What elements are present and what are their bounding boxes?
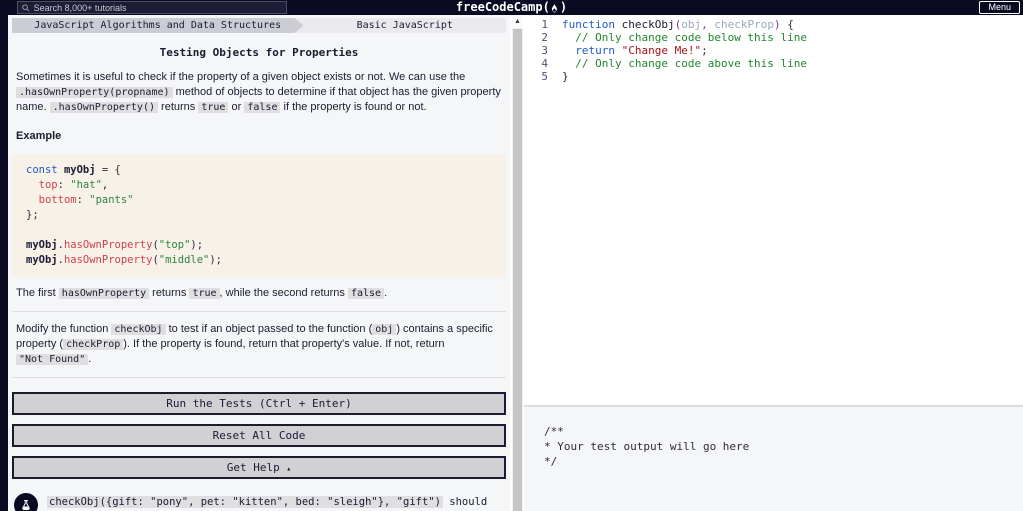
inline-code: .hasOwnProperty(propname): [16, 87, 173, 98]
scrollbar-thumb[interactable]: [513, 29, 522, 511]
test-result-row: checkObj({gift: "pony", pet: "kitten", b…: [14, 493, 504, 511]
freecodecamp-challenge-page: freeCodeCamp() Menu JavaScript Algorithm…: [0, 0, 1023, 511]
inline-code: false: [244, 102, 281, 113]
code-line: myObj.hasOwnProperty("top");: [26, 239, 204, 251]
divider: [12, 377, 506, 378]
line-code: // Only change code above this line: [575, 57, 808, 70]
code-editor[interactable]: 1 function checkObj(obj, checkProp) {2 //…: [524, 15, 1023, 405]
breadcrumb-block[interactable]: Basic JavaScript: [303, 18, 506, 33]
line-number: 5: [541, 70, 548, 83]
inline-code: obj: [372, 324, 397, 335]
run-tests-button[interactable]: Run the Tests (Ctrl + Enter): [12, 392, 506, 415]
caret-up-icon: ▴: [286, 464, 292, 473]
editor-pane: 1 function checkObj(obj, checkProp) {2 //…: [524, 15, 1023, 511]
line-number: 2: [541, 31, 548, 44]
line-code: function checkObj(obj, checkProp) {: [562, 18, 794, 31]
top-navbar: freeCodeCamp() Menu: [0, 0, 1023, 15]
logo-text: freeCodeCamp: [455, 0, 543, 14]
console-line: /**: [544, 425, 564, 438]
console-line: * Your test output will go here: [544, 440, 750, 453]
example-heading: Example: [16, 130, 62, 142]
example-code-lines: const myObj = { top: "hat", bottom: "pan…: [26, 163, 506, 268]
divider: [12, 311, 506, 312]
line-number: 4: [541, 57, 548, 70]
code-line: const myObj = {: [26, 164, 121, 176]
test-flask-icon: [14, 493, 38, 511]
line-number: 3: [541, 44, 548, 57]
breadcrumb-superblock[interactable]: JavaScript Algorithms and Data Structure…: [12, 18, 303, 33]
line-code: // Only change code below this line: [575, 31, 808, 44]
editor-lines: 1 function checkObj(obj, checkProp) {2 //…: [524, 18, 1023, 83]
line-code: }: [562, 70, 569, 83]
search-input[interactable]: [33, 2, 282, 13]
inline-code: true: [198, 102, 229, 113]
editor-line[interactable]: 1 function checkObj(obj, checkProp) {: [524, 18, 1023, 31]
line-number: 1: [541, 18, 548, 31]
task-paragraph: Modify the function checkObj to test if …: [16, 323, 493, 365]
left-rail: [0, 0, 8, 511]
inline-code: checkObj: [111, 324, 166, 335]
inline-code: true: [189, 288, 220, 299]
instructions-scrollbar[interactable]: ▲: [510, 15, 524, 511]
freecodecamp-logo[interactable]: freeCodeCamp(): [456, 0, 567, 15]
editor-line[interactable]: 2 // Only change code below this line: [524, 31, 1023, 44]
intro-paragraph: Sometimes it is useful to check if the p…: [16, 71, 501, 113]
breadcrumb: JavaScript Algorithms and Data Structure…: [12, 18, 506, 33]
code-line: myObj.hasOwnProperty("middle");: [26, 254, 223, 266]
action-buttons: Run the Tests (Ctrl + Enter) Reset All C…: [12, 392, 506, 479]
editor-line[interactable]: 3 return "Change Me!";: [524, 44, 1023, 57]
inline-code: "Not Found": [16, 354, 89, 365]
code-line: top: "hat",: [38, 179, 109, 191]
inline-code: checkObj({gift: "pony", pet: "kitten", b…: [47, 496, 443, 508]
reset-code-button[interactable]: Reset All Code: [12, 424, 506, 447]
inline-code: checkProp: [63, 339, 124, 350]
line-code: return "Change Me!";: [575, 44, 708, 57]
challenge-title: Testing Objects for Properties: [159, 46, 359, 59]
search-icon: [22, 3, 30, 11]
menu-button[interactable]: Menu: [979, 1, 1020, 14]
code-line: bottom: "pants": [38, 194, 134, 206]
search-box[interactable]: [17, 1, 287, 14]
inline-code: false: [347, 288, 385, 299]
inline-code: hasOwnProperty: [58, 288, 150, 299]
inline-code: .hasOwnProperty(): [49, 102, 158, 113]
code-line: };: [26, 209, 39, 221]
test-description: checkObj({gift: "pony", pet: "kitten", b…: [47, 496, 488, 508]
editor-line[interactable]: 5}: [524, 70, 1023, 83]
example-code-block: const myObj = { top: "hat", bottom: "pan…: [12, 154, 506, 277]
main-split: JavaScript Algorithms and Data Structure…: [8, 15, 1023, 511]
flame-icon: [552, 2, 558, 12]
scrollbar-up-arrow-icon[interactable]: ▲: [512, 15, 523, 28]
test-output-console: /** * Your test output will go here */: [524, 405, 1023, 511]
example-note-paragraph: The first hasOwnProperty returns true, w…: [16, 287, 388, 299]
get-help-button[interactable]: Get Help ▴: [12, 456, 506, 479]
editor-line[interactable]: 4 // Only change code above this line: [524, 57, 1023, 70]
instructions-panel: JavaScript Algorithms and Data Structure…: [8, 15, 510, 511]
console-line: */: [544, 455, 558, 468]
console-lines: /** * Your test output will go here */: [544, 424, 1023, 469]
